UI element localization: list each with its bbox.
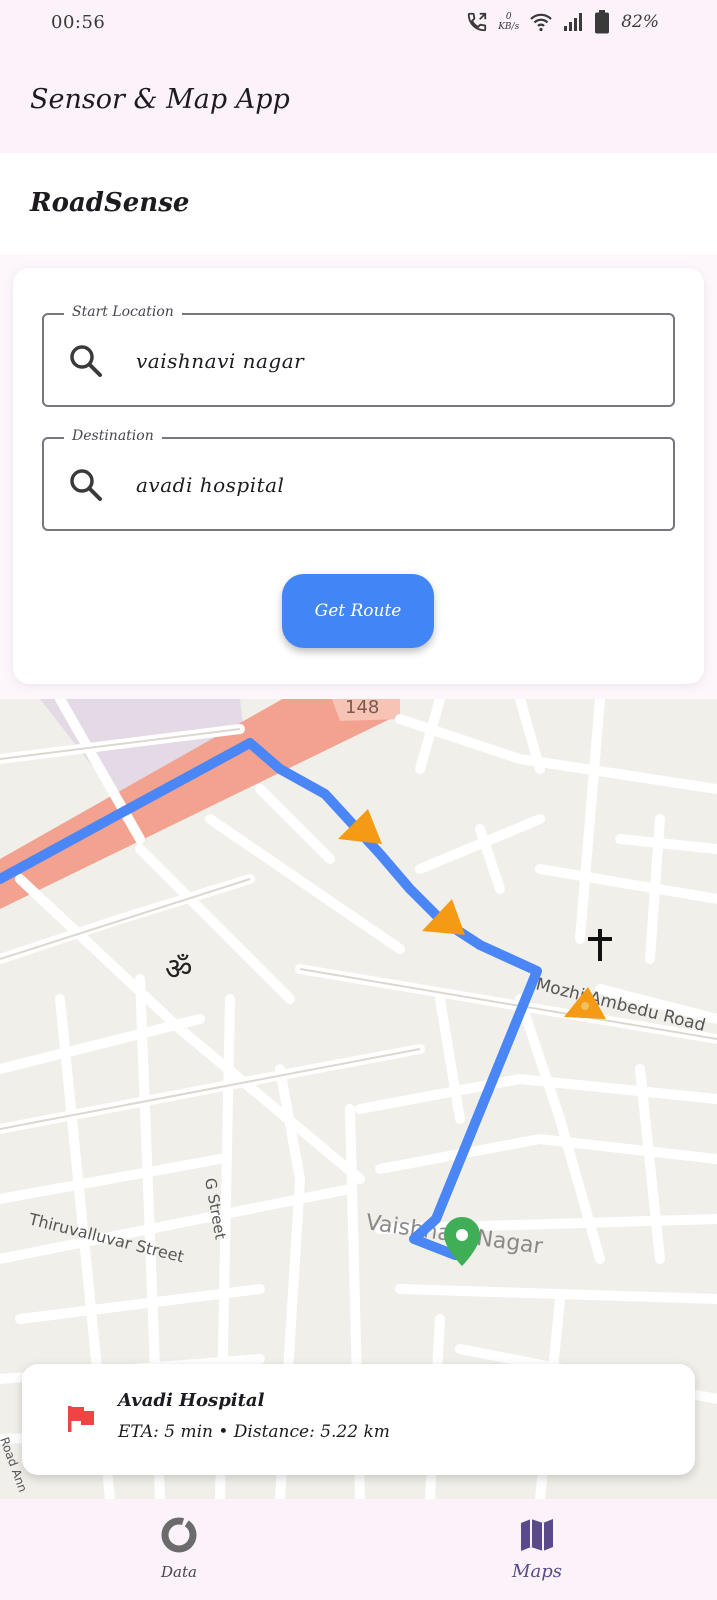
status-icons: 0 KB/s 82%	[466, 10, 659, 34]
net-speed-value: 0	[505, 12, 512, 22]
donut-icon	[159, 1515, 199, 1559]
start-location-label: Start Location	[64, 304, 182, 320]
nav-item-data[interactable]: Data	[79, 1499, 279, 1600]
start-location-input[interactable]	[136, 343, 656, 379]
app-title: Sensor & Map App	[30, 84, 290, 115]
destination-label: Destination	[64, 428, 162, 444]
battery-percent: 82%	[621, 12, 659, 32]
nav-label-maps: Maps	[512, 1561, 562, 1582]
section-title: RoadSense	[30, 188, 190, 218]
eta-distance: ETA: 5 min • Distance: 5.22 km	[118, 1422, 390, 1442]
status-time: 00:56	[51, 12, 106, 33]
temple-icon: ॐ	[165, 952, 192, 987]
map-icon	[517, 1515, 557, 1559]
get-route-button[interactable]: Get Route	[282, 574, 434, 648]
search-icon	[68, 343, 104, 379]
bottom-navigation: Data Maps	[0, 1499, 717, 1600]
wifi-icon	[529, 12, 553, 32]
start-location-field[interactable]: Start Location	[42, 304, 675, 407]
battery-icon	[595, 10, 610, 34]
call-icon	[466, 11, 488, 33]
flag-icon	[66, 1404, 96, 1438]
destination-name: Avadi Hospital	[118, 1390, 265, 1411]
nav-item-maps[interactable]: Maps	[437, 1499, 637, 1600]
search-icon	[68, 467, 104, 503]
net-speed-unit: KB/s	[498, 22, 520, 32]
route-info-card[interactable]: Avadi Hospital ETA: 5 min • Distance: 5.…	[22, 1364, 695, 1475]
destination-field[interactable]: Destination	[42, 428, 675, 531]
signal-icon	[563, 12, 585, 32]
nav-label-data: Data	[161, 1563, 197, 1581]
section-header: RoadSense	[0, 153, 717, 254]
map-shield-label: 148	[345, 699, 379, 718]
app-bar: Sensor & Map App	[0, 50, 717, 153]
status-bar: 00:56 0 KB/s 82%	[0, 0, 717, 50]
destination-input[interactable]	[136, 467, 656, 503]
route-form-card: Start Location Destination Get Route	[13, 268, 704, 684]
net-speed: 0 KB/s	[498, 12, 519, 32]
